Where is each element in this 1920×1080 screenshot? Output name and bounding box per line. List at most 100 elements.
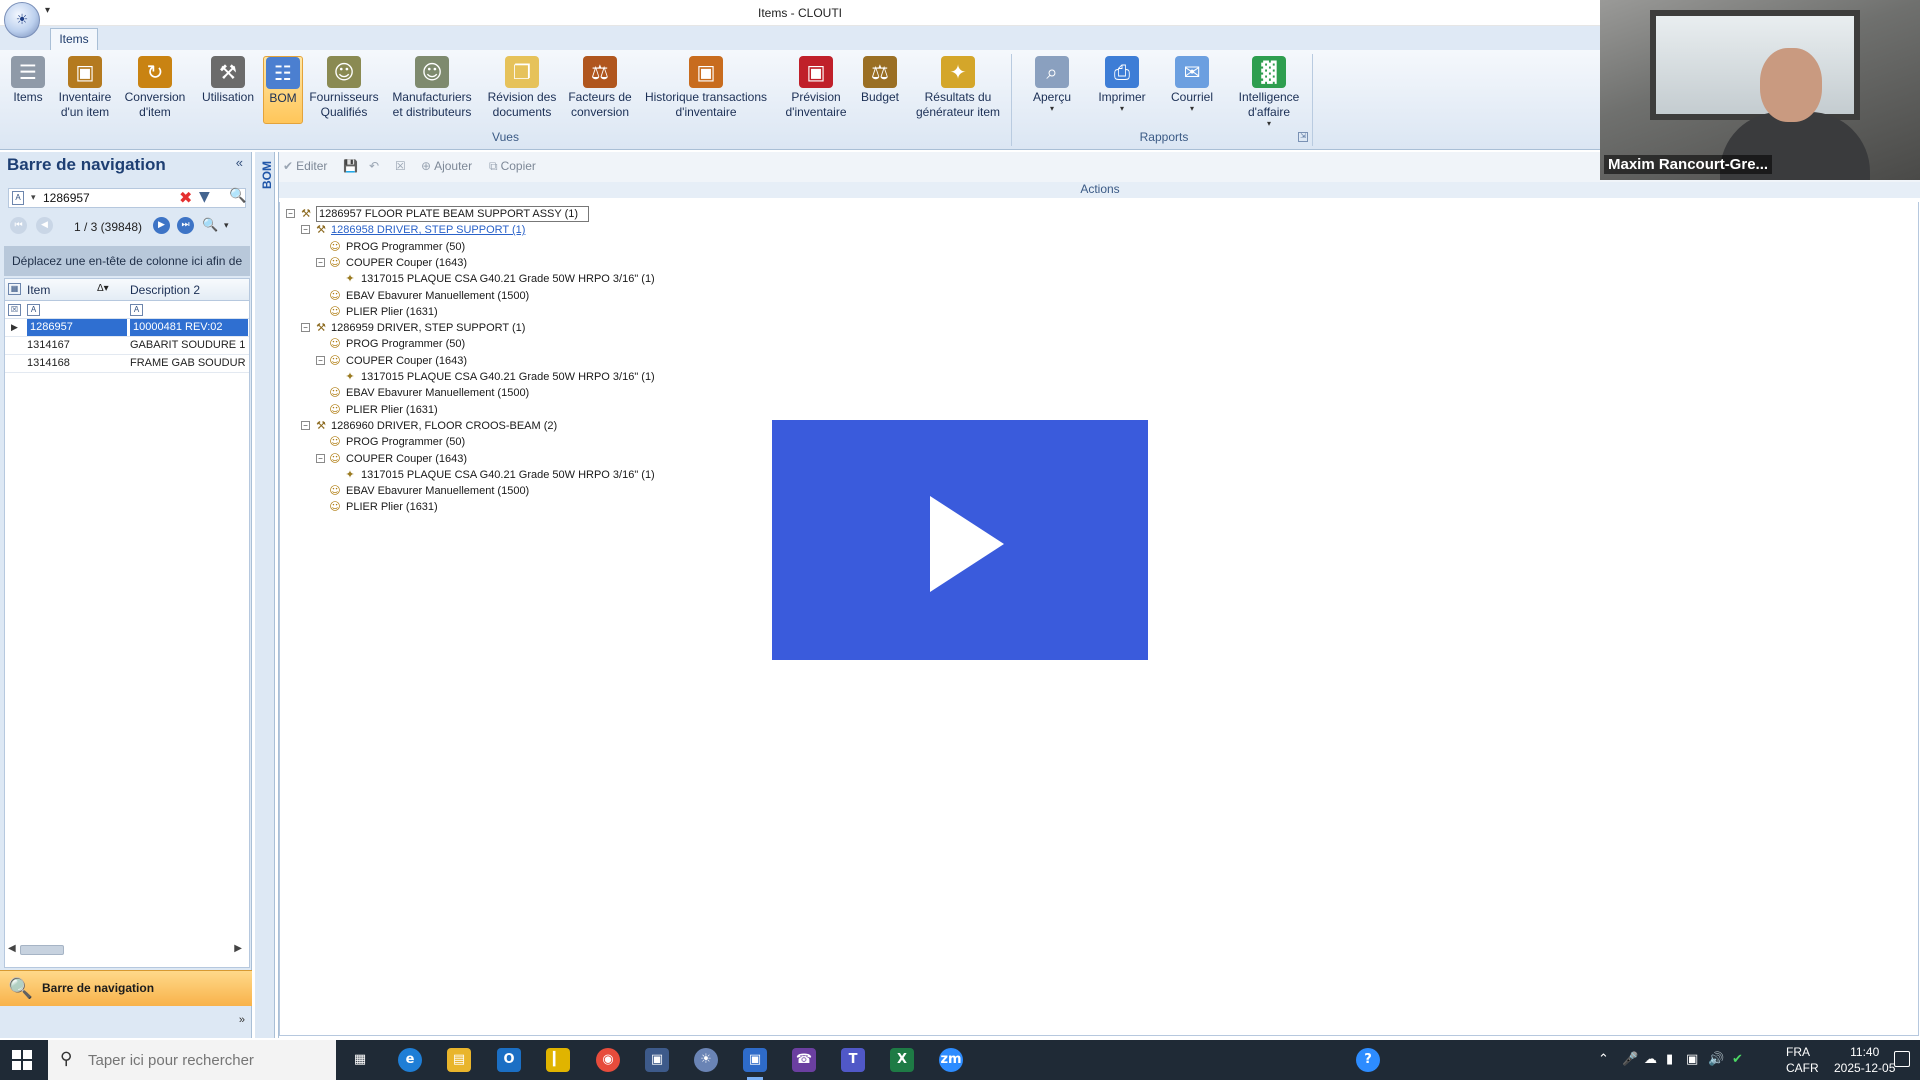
ribbon-button-aper-u[interactable]: ⌕ Aperçu ▾ xyxy=(1020,56,1084,124)
input-language[interactable]: FRA CAFR xyxy=(1786,1044,1819,1076)
cancel-icon[interactable]: ☒ xyxy=(395,159,409,173)
bom-node-label[interactable]: EBAV Ebavurer Manuellement (1500) xyxy=(346,288,529,304)
outlook-icon[interactable]: O xyxy=(497,1048,521,1072)
tab-items[interactable]: Items xyxy=(50,28,98,50)
bom-tree-node[interactable]: − ⚒ 1286959 DRIVER, STEP SUPPORT (1) xyxy=(280,320,980,336)
ribbon-button-imprimer[interactable]: ⎙ Imprimer ▾ xyxy=(1090,56,1154,124)
sort-ascending-icon[interactable]: Δ▾ xyxy=(97,283,109,294)
ribbon-button-r-vision-des[interactable]: ❐ Révision des documents xyxy=(484,56,560,124)
bom-node-label[interactable]: 1286960 DRIVER, FLOOR CROOS-BEAM (2) xyxy=(331,418,557,434)
horizontal-scrollbar[interactable]: ◀ ▶ xyxy=(4,942,246,958)
save-icon[interactable]: 💾 xyxy=(343,159,361,173)
bom-node-label[interactable]: 1317015 PLAQUE CSA G40.21 Grade 50W HRPO… xyxy=(361,271,655,287)
taskbar-search-input[interactable] xyxy=(88,1050,328,1070)
microphone-icon[interactable]: 🎤 xyxy=(1622,1052,1638,1067)
battery-icon[interactable]: ▮ xyxy=(1666,1052,1673,1067)
nav-bottom-button[interactable]: 🔍 Barre de navigation xyxy=(0,970,252,1006)
column-header-item[interactable]: Item xyxy=(27,283,50,297)
last-record-icon[interactable]: ⏭ xyxy=(177,217,194,234)
collapse-node-icon[interactable]: − xyxy=(301,323,310,333)
field-type-icon[interactable]: A xyxy=(12,191,24,205)
filter-cell-icon[interactable]: A xyxy=(130,304,143,316)
network-icon[interactable]: ▣ xyxy=(1686,1052,1698,1067)
active-window-icon[interactable]: ▣ xyxy=(743,1048,767,1080)
table-row[interactable]: 1314167 GABARIT SOUDURE 1 xyxy=(5,337,249,355)
bom-node-label[interactable]: PROG Programmer (50) xyxy=(346,434,465,450)
collapse-node-icon[interactable]: − xyxy=(301,420,310,430)
bom-tree-node[interactable]: ☺ PLIER Plier (1631) xyxy=(280,402,980,418)
zoom-icon[interactable]: zm xyxy=(939,1048,963,1072)
ribbon-button-facteurs-de[interactable]: ⚖ Facteurs de conversion xyxy=(564,56,636,124)
collapse-node-icon[interactable]: − xyxy=(301,225,310,235)
cell-item[interactable]: 1314167 xyxy=(27,337,127,354)
bom-node-label[interactable]: PROG Programmer (50) xyxy=(346,239,465,255)
scroll-right-icon[interactable]: ▶ xyxy=(234,943,242,954)
bom-node-label[interactable]: EBAV Ebavurer Manuellement (1500) xyxy=(346,385,529,401)
clear-filter-icon[interactable]: ☒ xyxy=(8,304,21,316)
bom-node-label[interactable]: PROG Programmer (50) xyxy=(346,336,465,352)
task-view-icon[interactable]: ▦ xyxy=(348,1048,372,1072)
bom-node-label[interactable]: 1286959 DRIVER, STEP SUPPORT (1) xyxy=(331,320,525,336)
group-by-hint[interactable]: Déplacez une en-tête de colonne ici afin… xyxy=(4,246,250,276)
bom-tree-node[interactable]: ☺ EBAV Ebavurer Manuellement (1500) xyxy=(280,385,980,401)
collapse-node-icon[interactable]: − xyxy=(316,257,325,267)
bom-tree-node[interactable]: ✦ 1317015 PLAQUE CSA G40.21 Grade 50W HRP… xyxy=(280,271,980,287)
bom-tree-node[interactable]: ☺ PLIER Plier (1631) xyxy=(280,304,980,320)
power-bi-icon[interactable]: ▎ xyxy=(546,1048,570,1072)
teams-icon[interactable]: T xyxy=(841,1048,865,1072)
ribbon-button-inventaire[interactable]: ▣ Inventaire d'un item xyxy=(52,56,118,124)
ribbon-button-items[interactable]: ☰ Items xyxy=(8,56,48,124)
bom-node-label[interactable]: COUPER Couper (1643) xyxy=(346,451,467,467)
app-icon[interactable]: ▣ xyxy=(645,1048,669,1072)
volume-icon[interactable]: 🔊 xyxy=(1708,1052,1724,1067)
bom-node-label[interactable]: EBAV Ebavurer Manuellement (1500) xyxy=(346,483,529,499)
start-button[interactable] xyxy=(12,1050,32,1070)
chevron-up-icon[interactable]: ⌃ xyxy=(1598,1052,1609,1067)
search-icon[interactable]: 🔍 xyxy=(229,188,246,204)
cell-description[interactable]: 10000481 REV:02 xyxy=(130,319,248,336)
file-explorer-icon[interactable]: ▤ xyxy=(447,1048,471,1072)
bom-node-label[interactable]: 1286957 FLOOR PLATE BEAM SUPPORT ASSY (1… xyxy=(316,206,590,222)
excel-icon[interactable]: X xyxy=(890,1048,914,1072)
collapse-icon[interactable]: « xyxy=(236,155,243,170)
column-header-description[interactable]: Description 2 xyxy=(130,283,200,297)
bom-node-label[interactable]: PLIER Plier (1631) xyxy=(346,402,438,418)
video-play-overlay[interactable] xyxy=(772,420,1148,660)
security-icon[interactable]: ✔ xyxy=(1732,1052,1743,1067)
cell-item[interactable]: 1286957 xyxy=(27,319,127,336)
bom-tree-node[interactable]: − ☺ COUPER Couper (1643) xyxy=(280,255,980,271)
bom-tree-node[interactable]: − ⚒ 1286957 FLOOR PLATE BEAM SUPPORT ASSY … xyxy=(280,206,980,222)
edit-button[interactable]: ✔ Editer xyxy=(283,159,327,173)
chevron-down-icon[interactable]: ▾ xyxy=(31,192,36,203)
clouti-icon[interactable]: ☀ xyxy=(694,1048,718,1072)
ribbon-button-r-sultats-du[interactable]: ✦ Résultats du générateur item xyxy=(910,56,1006,124)
phone-icon[interactable]: ☎ xyxy=(792,1048,816,1072)
expand-more-icon[interactable]: » xyxy=(239,1014,245,1026)
bom-node-label[interactable]: PLIER Plier (1631) xyxy=(346,304,438,320)
bom-node-label[interactable]: 1317015 PLAQUE CSA G40.21 Grade 50W HRPO… xyxy=(361,467,655,483)
copy-button[interactable]: ⧉ Copier xyxy=(489,159,536,174)
bom-node-label[interactable]: 1286958 DRIVER, STEP SUPPORT (1) xyxy=(331,222,525,238)
ribbon-button-historique-transactions[interactable]: ▣ Historique transactions d'inventaire xyxy=(644,56,768,124)
filter-cell-icon[interactable]: A xyxy=(27,304,40,316)
bom-node-label[interactable]: PLIER Plier (1631) xyxy=(346,499,438,515)
clock[interactable]: 11:40 2025-12-05 xyxy=(1834,1044,1895,1076)
help-icon[interactable]: ? xyxy=(1356,1048,1380,1072)
bom-node-label[interactable]: COUPER Couper (1643) xyxy=(346,255,467,271)
collapse-node-icon[interactable]: − xyxy=(286,209,295,218)
collapse-node-icon[interactable]: − xyxy=(316,355,325,365)
table-row[interactable]: ▶ 1286957 10000481 REV:02 xyxy=(5,319,249,337)
bom-tree-node[interactable]: − ⚒ 1286958 DRIVER, STEP SUPPORT (1) xyxy=(280,222,980,238)
undo-icon[interactable]: ↶ xyxy=(369,159,382,173)
bom-tree-node[interactable]: ✦ 1317015 PLAQUE CSA G40.21 Grade 50W HRP… xyxy=(280,369,980,385)
bom-tree-node[interactable]: ☺ EBAV Ebavurer Manuellement (1500) xyxy=(280,288,980,304)
bom-tree-node[interactable]: − ☺ COUPER Couper (1643) xyxy=(280,353,980,369)
taskbar-search[interactable]: ⚲ xyxy=(48,1040,336,1080)
ribbon-button-courriel[interactable]: ✉ Courriel ▾ xyxy=(1160,56,1224,124)
dialog-launcher-icon[interactable]: ⇲ xyxy=(1298,132,1308,142)
bom-side-tab[interactable]: BOM xyxy=(255,152,275,1038)
previous-record-icon[interactable]: ◀ xyxy=(36,217,53,234)
ribbon-button-intelligence[interactable]: ▓ Intelligence d'affaire ▾ xyxy=(1230,56,1308,128)
search-options-icon[interactable]: 🔍 xyxy=(202,218,218,233)
ribbon-button-manufacturiers[interactable]: ☺ Manufacturiers et distributeurs xyxy=(390,56,474,124)
